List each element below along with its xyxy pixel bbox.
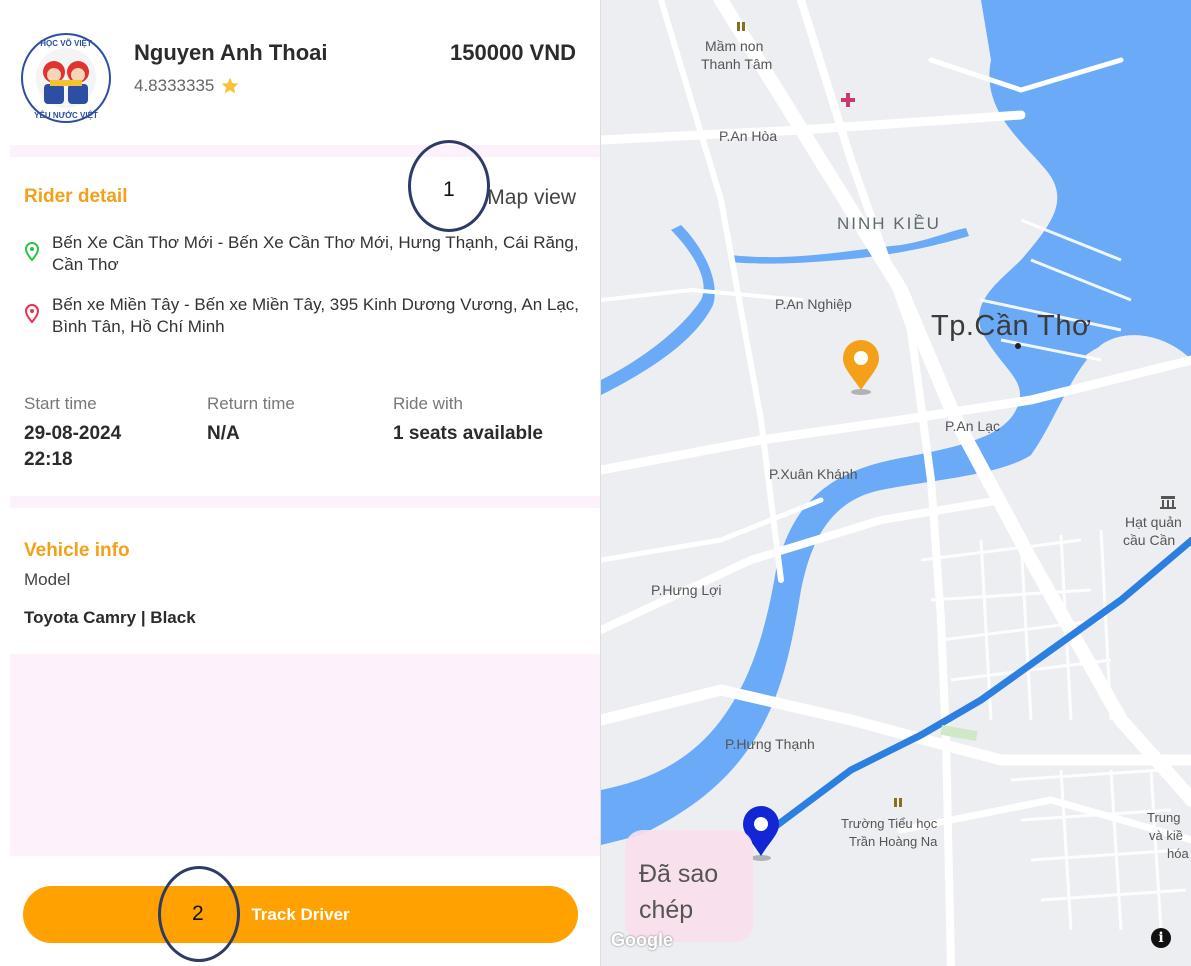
copied-toast: Đã sao chép [625,830,753,942]
annotation-number-1: 1 [443,178,455,201]
return-time-label: Return time [207,394,295,413]
dropoff-pin-icon [24,304,40,324]
map-label-mam-non: Mầm non [705,38,764,54]
map-label-hung-thanh: P.Hưng Thạnh [725,736,815,752]
copied-toast-line-1: Đã sao [639,860,719,888]
model-value: Toyota Camry | Black [24,608,196,627]
logo-text-top: HỌC VÕ VIỆT [40,39,92,48]
pickup-location: Bến Xe Cần Thơ Mới - Bến Xe Cần Thơ Mới,… [24,232,584,276]
copied-toast-line-2: chép [639,896,694,924]
pickup-pin-icon [24,242,40,262]
empty-band [10,654,600,856]
driver-name: Nguyen Anh Thoai [134,40,328,65]
logo-text-bottom: YÊU NƯỚC VIỆT [34,111,98,120]
vehicle-info-title: Vehicle info [24,540,130,561]
map-label-hoa: hóa [1167,846,1189,861]
map-view[interactable]: Mầm non Thanh Tâm P.An Hòa NINH KIỀU P.A… [600,0,1191,966]
divider-band [10,496,600,508]
track-driver-button[interactable]: Track Driver [23,886,578,943]
map-label-thanh-tam: Thanh Tâm [701,56,773,72]
rating-value: 4.8333335 [134,76,215,95]
google-attribution: Google [611,930,673,950]
driver-avatar: HỌC VÕ VIỆT YÊU NƯỚC VIỆT [21,33,111,123]
return-time-value: N/A [207,423,240,444]
map-label-an-lac: P.An Lạc [945,418,1001,434]
orange-map-pin-icon [843,340,879,395]
rider-detail-title: Rider detail [24,186,128,207]
dropoff-address: Bến xe Miền Tây - Bến xe Miền Tây, 395 K… [52,295,579,336]
map-label-ninh-kieu: NINH KIỀU [837,214,941,233]
map-label-trung: Trung [1147,810,1181,825]
divider-band [10,145,600,157]
map-label-school: Trường Tiểu học [841,816,938,831]
map-label-va-kie: và kiề [1149,828,1183,843]
driver-rating: 4.8333335 [134,76,240,96]
ride-price: 150000 VND [450,40,576,65]
map-view-link[interactable]: Map view [487,186,576,210]
ride-with-label: Ride with [393,394,463,413]
start-time-label: Start time [24,394,97,413]
seats-available-value: 1 seats available [393,423,543,444]
hospital-icon [841,93,855,107]
info-icon[interactable]: i [1151,928,1171,948]
annotation-number-2: 2 [192,902,204,925]
map-label-hung-loi: P.Hưng Lợi [651,582,722,598]
map-label-hat-quan: Hạt quản [1125,514,1182,530]
map-label-xuan-khanh: P.Xuân Khánh [769,466,858,482]
dropoff-location: Bến xe Miền Tây - Bến xe Miền Tây, 395 K… [24,294,584,338]
start-date-value: 29-08-2024 [24,423,122,444]
model-label: Model [24,570,71,589]
star-icon [222,77,239,94]
map-label-city: Tp.Cần Thơ [931,310,1092,342]
driver-header: HỌC VÕ VIỆT YÊU NƯỚC VIỆT Nguyen Anh Tho… [0,0,600,145]
map-label-cau-can: cầu Cần [1123,532,1176,548]
map-label-an-hoa: P.An Hòa [719,128,778,144]
start-time-value: 22:18 [24,449,73,470]
map-label-school-name: Trần Hoàng Na [849,834,938,849]
map-label-an-nghiep: P.An Nghiệp [775,296,852,312]
ride-detail-panel: HỌC VÕ VIỆT YÊU NƯỚC VIỆT Nguyen Anh Tho… [0,0,600,966]
pickup-address: Bến Xe Cần Thơ Mới - Bến Xe Cần Thơ Mới,… [52,233,579,274]
